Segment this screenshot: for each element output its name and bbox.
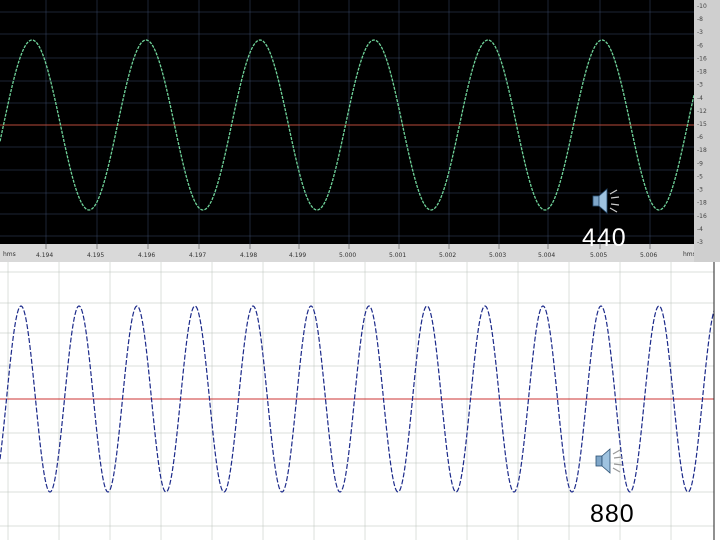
amplitude-label: -10 (697, 3, 707, 10)
time-tick-label: 4.195 (87, 252, 104, 259)
amplitude-label: -8 (697, 16, 703, 23)
amplitude-label: -18 (697, 147, 707, 154)
amplitude-label: -6 (697, 134, 703, 141)
amplitude-label: -15 (697, 121, 707, 128)
time-tick-label: 4.198 (240, 252, 257, 259)
amplitude-label: -5 (697, 173, 703, 180)
amplitude-label: -4 (697, 95, 703, 102)
time-tick-label: 5.005 (590, 252, 607, 259)
time-unit-right: hms (683, 251, 696, 258)
waveform-panel-440: 4.194 4.195 4.196 4.197 4.198 4.199 5.000 5.001… (0, 0, 720, 262)
amplitude-label: -3 (697, 82, 703, 89)
amplitude-label: -12 (697, 108, 707, 115)
amplitude-label: -3 (697, 239, 703, 246)
time-tick-label: 5.003 (489, 252, 506, 259)
amplitude-scale (694, 0, 720, 262)
time-tick-label: 5.002 (439, 252, 456, 259)
amplitude-label: -3 (697, 29, 703, 36)
frequency-label-440: 440 (582, 224, 627, 252)
time-tick-label: 5.001 (389, 252, 406, 259)
amplitude-label: -3 (697, 187, 703, 194)
time-tick-label: 5.004 (538, 252, 555, 259)
amplitude-label: -4 (697, 226, 703, 233)
time-tick-label: 5.006 (640, 252, 657, 259)
speaker-icon[interactable] (587, 186, 621, 216)
time-unit-left: hms (3, 251, 16, 258)
time-tick-label: 5.000 (339, 252, 356, 259)
amplitude-label: -9 (697, 160, 703, 167)
waveform-panel-880: 880 (0, 262, 720, 540)
waveform-plot-880 (0, 262, 715, 540)
amplitude-label: -18 (697, 200, 707, 207)
amplitude-label: -16 (697, 55, 707, 62)
time-tick-label: 4.197 (189, 252, 206, 259)
waveform-plot-440: 4.194 4.195 4.196 4.197 4.198 4.199 5.000 5.001… (0, 0, 720, 262)
grid-lines (0, 262, 714, 540)
amplitude-label: -6 (697, 42, 703, 49)
amplitude-label: -16 (697, 213, 707, 220)
time-tick-label: 4.199 (289, 252, 306, 259)
amplitude-label: -18 (697, 69, 707, 76)
speaker-icon[interactable] (590, 446, 624, 476)
frequency-label-880: 880 (590, 500, 635, 528)
time-tick-label: 4.194 (36, 252, 53, 259)
time-tick-label: 4.196 (138, 252, 155, 259)
